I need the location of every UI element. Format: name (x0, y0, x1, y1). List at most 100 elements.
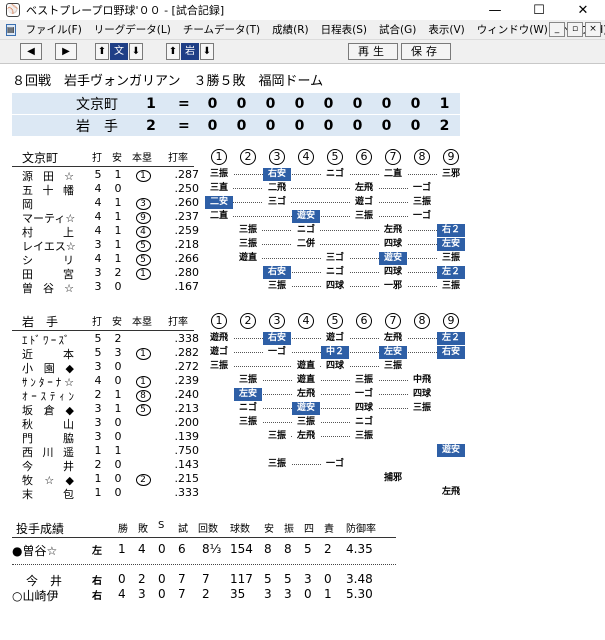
plate-appearance[interactable]: 三振 (350, 430, 378, 443)
plate-appearance[interactable]: 左飛 (379, 224, 407, 237)
plate-appearance[interactable]: 遊ゴ (321, 332, 349, 345)
plate-appearance[interactable]: 一ゴ (321, 458, 349, 471)
menu-records[interactable]: 成績(R) (266, 22, 315, 37)
plate-appearance[interactable]: 三振 (408, 402, 436, 415)
plate-appearance-hit[interactable]: 右安 (263, 266, 291, 279)
plate-appearance-hit[interactable]: 左安 (379, 346, 407, 359)
save-button[interactable]: 保存 (401, 43, 451, 60)
plate-appearance-hit[interactable]: 右２ (437, 224, 465, 237)
plate-appearance[interactable]: 左飛 (292, 388, 320, 401)
prev-game-button[interactable]: ◀ (20, 43, 42, 60)
plate-appearance[interactable]: 三振 (263, 458, 291, 471)
minimize-button[interactable]: — (473, 0, 517, 20)
close-button[interactable]: ✕ (561, 0, 605, 20)
next-game-button[interactable]: ▶ (55, 43, 77, 60)
plate-appearance[interactable]: 三ゴ (321, 252, 349, 265)
plate-appearance[interactable]: 三振 (205, 168, 233, 181)
plate-appearance[interactable]: 遊飛 (205, 332, 233, 345)
plate-appearance[interactable]: 三振 (437, 252, 465, 265)
plate-appearance[interactable]: 二飛 (263, 182, 291, 195)
menu-game[interactable]: 試合(G) (373, 22, 422, 37)
plate-appearance[interactable]: 左飛 (350, 182, 378, 195)
plate-appearance-hit[interactable]: 遊安 (437, 444, 465, 457)
plate-appearance-hit[interactable]: 右安 (263, 168, 291, 181)
plate-appearance-hit[interactable]: 遊安 (379, 252, 407, 265)
plate-appearance-hit[interactable]: 遊安 (292, 402, 320, 415)
replay-button[interactable]: 再生 (348, 43, 398, 60)
plate-appearance[interactable]: 三振 (408, 196, 436, 209)
plate-appearance[interactable]: 一ゴ (408, 182, 436, 195)
plate-appearance[interactable]: 二併 (292, 238, 320, 251)
plate-appearance[interactable]: 遊直 (292, 360, 320, 373)
plate-appearance[interactable]: 遊ゴ (205, 346, 233, 359)
menu-team-data[interactable]: チームデータ(T) (177, 22, 266, 37)
plate-appearance[interactable]: 四球 (350, 402, 378, 415)
app-baseball-icon[interactable]: ⚾ (6, 3, 20, 17)
plate-appearance[interactable]: ニゴ (321, 266, 349, 279)
plate-appearance[interactable]: ニゴ (350, 416, 378, 429)
plate-appearance[interactable]: 二直 (379, 168, 407, 181)
plate-appearance[interactable]: 四球 (379, 238, 407, 251)
plate-appearance[interactable]: 三振 (437, 280, 465, 293)
plate-appearance[interactable]: 中飛 (408, 374, 436, 387)
plate-appearance[interactable]: 一ゴ (263, 346, 291, 359)
menu-league-data[interactable]: リーグデータ(L) (88, 22, 177, 37)
plate-appearance[interactable]: 一邪 (379, 280, 407, 293)
plate-appearance[interactable]: 三邪 (437, 168, 465, 181)
plate-appearance[interactable]: 一ゴ (408, 210, 436, 223)
plate-appearance[interactable]: 四球 (379, 266, 407, 279)
plate-appearance-hit[interactable]: 中２ (321, 346, 349, 359)
plate-appearance[interactable]: 三直 (205, 182, 233, 195)
mdi-restore-button[interactable]: ▫ (567, 22, 583, 37)
plate-appearance[interactable]: 三振 (263, 280, 291, 293)
plate-appearance[interactable]: 遊直 (234, 252, 262, 265)
menu-window[interactable]: ウィンドウ(W) (471, 22, 554, 37)
plate-appearance[interactable]: 左飛 (437, 486, 465, 499)
plate-appearance[interactable]: 四球 (408, 388, 436, 401)
plate-appearance-hit[interactable]: 二安 (205, 196, 233, 209)
plate-appearance[interactable]: 三振 (292, 416, 320, 429)
plate-appearance[interactable]: 三振 (205, 360, 233, 373)
plate-appearance[interactable]: ニゴ (234, 402, 262, 415)
plate-appearance[interactable]: 二直 (205, 210, 233, 223)
plate-appearance[interactable]: 遊直 (292, 374, 320, 387)
mdi-minimize-button[interactable]: _ (549, 22, 565, 37)
plate-appearance[interactable]: 三振 (234, 238, 262, 251)
plate-appearance[interactable]: 三振 (234, 374, 262, 387)
team1-button[interactable]: 文 (110, 43, 128, 60)
plate-appearance-hit[interactable]: 左２ (437, 266, 465, 279)
plate-appearance-hit[interactable]: 左安 (234, 388, 262, 401)
plate-appearance-hit[interactable]: 遊安 (292, 210, 320, 223)
menu-file[interactable]: ファイル(F) (20, 22, 88, 37)
plate-appearance[interactable]: 三振 (234, 416, 262, 429)
plate-appearance[interactable]: ニゴ (321, 168, 349, 181)
team2-button[interactable]: 岩 (181, 43, 199, 60)
team1-up-button[interactable]: ⬆ (95, 43, 109, 60)
plate-appearance[interactable]: 三振 (263, 430, 291, 443)
mdi-close-button[interactable]: × (585, 22, 601, 37)
plate-appearance[interactable]: 三振 (350, 374, 378, 387)
team2-up-button[interactable]: ⬆ (166, 43, 180, 60)
plate-appearance[interactable]: 四球 (321, 360, 349, 373)
plate-appearance[interactable]: 遊ゴ (350, 196, 378, 209)
plate-appearance[interactable]: 左飛 (379, 332, 407, 345)
plate-appearance-hit[interactable]: 右安 (437, 346, 465, 359)
plate-appearance[interactable]: 左飛 (292, 430, 320, 443)
plate-appearance[interactable]: 三振 (350, 210, 378, 223)
team1-down-button[interactable]: ⬇ (129, 43, 143, 60)
document-icon[interactable]: ▤ (6, 23, 16, 36)
menu-schedule[interactable]: 日程表(S) (315, 22, 373, 37)
plate-appearance-hit[interactable]: 左２ (437, 332, 465, 345)
plate-appearance[interactable]: 一ゴ (350, 388, 378, 401)
plate-appearance[interactable]: 三振 (379, 360, 407, 373)
plate-appearance-hit[interactable]: 左安 (437, 238, 465, 251)
plate-appearance[interactable]: ニゴ (292, 224, 320, 237)
menu-view[interactable]: 表示(V) (422, 22, 470, 37)
plate-appearance[interactable]: 捕邪 (379, 472, 407, 485)
plate-appearance[interactable]: 三振 (234, 224, 262, 237)
plate-appearance-hit[interactable]: 右安 (263, 332, 291, 345)
maximize-button[interactable]: ☐ (517, 0, 561, 20)
team2-down-button[interactable]: ⬇ (200, 43, 214, 60)
plate-appearance[interactable]: 三ゴ (263, 196, 291, 209)
plate-appearance[interactable]: 四球 (321, 280, 349, 293)
